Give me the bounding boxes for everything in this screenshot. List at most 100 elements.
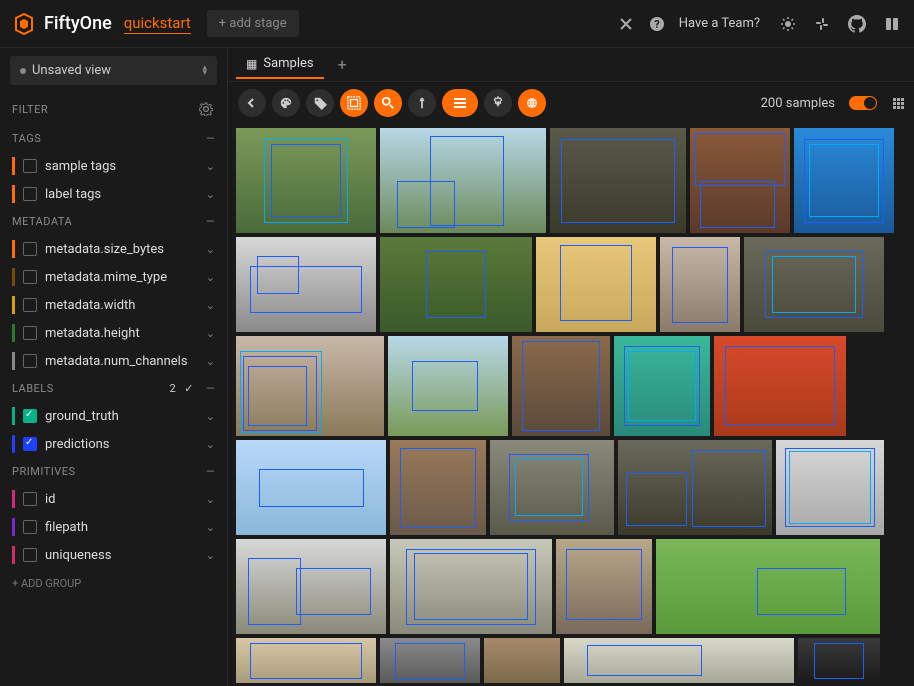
chevron-down-icon: ⌄ bbox=[206, 493, 215, 506]
grid-icon: ▦ bbox=[246, 57, 257, 71]
docs-icon[interactable] bbox=[882, 14, 902, 34]
color-bar bbox=[12, 324, 15, 342]
grid-view-button[interactable] bbox=[893, 98, 904, 109]
sample-thumb[interactable] bbox=[390, 539, 552, 634]
github-icon[interactable] bbox=[846, 13, 868, 35]
checkbox[interactable] bbox=[23, 298, 37, 312]
tabs: ▦ Samples + bbox=[228, 48, 914, 82]
sample-thumb[interactable] bbox=[550, 128, 686, 233]
sample-thumb[interactable] bbox=[236, 128, 376, 233]
sample-thumb[interactable] bbox=[556, 539, 652, 634]
view-label: Unsaved view bbox=[32, 63, 196, 78]
help-icon[interactable]: ? bbox=[647, 14, 667, 34]
tab-samples[interactable]: ▦ Samples bbox=[236, 50, 324, 79]
toggle-switch[interactable] bbox=[849, 96, 877, 110]
field-label-tags[interactable]: label tags⌄ bbox=[0, 180, 227, 208]
search-button[interactable] bbox=[374, 89, 402, 117]
checkbox[interactable] bbox=[23, 520, 37, 534]
sample-thumb[interactable] bbox=[798, 638, 880, 683]
sample-thumb[interactable] bbox=[236, 539, 386, 634]
color-bar bbox=[12, 157, 15, 175]
field-metadata-width[interactable]: metadata.width⌄ bbox=[0, 291, 227, 319]
sample-thumb[interactable] bbox=[714, 336, 846, 436]
sample-thumb[interactable] bbox=[490, 440, 614, 535]
field-metadata-size[interactable]: metadata.size_bytes⌄ bbox=[0, 235, 227, 263]
palette-button[interactable] bbox=[272, 89, 300, 117]
field-sample-tags[interactable]: sample tags⌄ bbox=[0, 152, 227, 180]
sample-thumb[interactable] bbox=[236, 440, 386, 535]
chevron-down-icon: ⌄ bbox=[206, 410, 215, 423]
sample-thumb[interactable] bbox=[564, 638, 794, 683]
checkbox[interactable] bbox=[23, 187, 37, 201]
sample-thumb[interactable] bbox=[536, 237, 656, 332]
field-id[interactable]: id⌄ bbox=[0, 485, 227, 513]
chevron-down-icon: ⌄ bbox=[206, 271, 215, 284]
sample-thumb[interactable] bbox=[380, 128, 546, 233]
color-bar bbox=[12, 296, 15, 314]
field-metadata-mime[interactable]: metadata.mime_type⌄ bbox=[0, 263, 227, 291]
checkbox[interactable] bbox=[23, 159, 37, 173]
sample-thumb[interactable] bbox=[388, 336, 508, 436]
sample-thumb[interactable] bbox=[690, 128, 790, 233]
add-stage-button[interactable]: + add stage bbox=[207, 10, 299, 37]
dataset-selector[interactable]: quickstart bbox=[124, 14, 191, 34]
chevron-down-icon: ⌄ bbox=[206, 188, 215, 201]
slack-icon[interactable] bbox=[812, 14, 832, 34]
sample-thumb[interactable] bbox=[236, 336, 384, 436]
collapse-icon: — bbox=[206, 465, 215, 478]
sample-gallery[interactable] bbox=[228, 124, 914, 686]
sample-thumb[interactable] bbox=[390, 440, 486, 535]
sample-thumb[interactable] bbox=[656, 539, 880, 634]
sample-thumb[interactable] bbox=[660, 237, 740, 332]
view-selector[interactable]: Unsaved view ▴▾ bbox=[10, 56, 217, 85]
add-tab-button[interactable]: + bbox=[328, 49, 357, 80]
field-ground-truth[interactable]: ground_truth⌄ bbox=[0, 402, 227, 430]
field-filepath[interactable]: filepath⌄ bbox=[0, 513, 227, 541]
field-uniqueness[interactable]: uniqueness⌄ bbox=[0, 541, 227, 569]
gear-icon[interactable] bbox=[197, 100, 215, 118]
sample-thumb[interactable] bbox=[794, 128, 894, 233]
patches-button[interactable] bbox=[340, 89, 368, 117]
checkbox[interactable] bbox=[23, 492, 37, 506]
tag-button[interactable] bbox=[306, 89, 334, 117]
checkbox[interactable] bbox=[23, 548, 37, 562]
chevron-down-icon: ⌄ bbox=[206, 355, 215, 368]
have-team-link[interactable]: Have a Team? bbox=[679, 16, 760, 31]
checkbox[interactable] bbox=[23, 409, 37, 423]
field-metadata-height[interactable]: metadata.height⌄ bbox=[0, 319, 227, 347]
color-bar bbox=[12, 352, 15, 370]
settings-button[interactable] bbox=[484, 89, 512, 117]
checkbox[interactable] bbox=[23, 270, 37, 284]
section-labels[interactable]: LABELS2✓— bbox=[0, 375, 227, 402]
sample-thumb[interactable] bbox=[744, 237, 884, 332]
clear-icon[interactable] bbox=[617, 15, 635, 33]
logo[interactable]: FiftyOne bbox=[12, 12, 112, 36]
chevron-down-icon: ⌄ bbox=[206, 438, 215, 451]
theme-icon[interactable] bbox=[778, 14, 798, 34]
ai-button[interactable] bbox=[518, 89, 546, 117]
back-button[interactable] bbox=[238, 89, 266, 117]
color-bar bbox=[12, 435, 15, 453]
checkbox[interactable] bbox=[23, 326, 37, 340]
section-metadata[interactable]: METADATA— bbox=[0, 208, 227, 235]
sample-thumb[interactable] bbox=[776, 440, 884, 535]
chevron-down-icon: ⌄ bbox=[206, 160, 215, 173]
section-tags[interactable]: TAGS— bbox=[0, 125, 227, 152]
checkbox[interactable] bbox=[23, 437, 37, 451]
add-group-button[interactable]: + ADD GROUP bbox=[0, 569, 227, 598]
sample-thumb[interactable] bbox=[236, 237, 376, 332]
sample-thumb[interactable] bbox=[236, 638, 376, 683]
sample-thumb[interactable] bbox=[380, 237, 532, 332]
sample-thumb[interactable] bbox=[484, 638, 560, 683]
checkbox[interactable] bbox=[23, 242, 37, 256]
field-predictions[interactable]: predictions⌄ bbox=[0, 430, 227, 458]
field-metadata-channels[interactable]: metadata.num_channels⌄ bbox=[0, 347, 227, 375]
sample-thumb[interactable] bbox=[614, 336, 710, 436]
list-button[interactable] bbox=[442, 89, 478, 117]
sample-thumb[interactable] bbox=[618, 440, 772, 535]
checkbox[interactable] bbox=[23, 354, 37, 368]
sample-thumb[interactable] bbox=[512, 336, 610, 436]
sample-thumb[interactable] bbox=[380, 638, 480, 683]
section-primitives[interactable]: PRIMITIVES— bbox=[0, 458, 227, 485]
sort-button[interactable] bbox=[408, 89, 436, 117]
